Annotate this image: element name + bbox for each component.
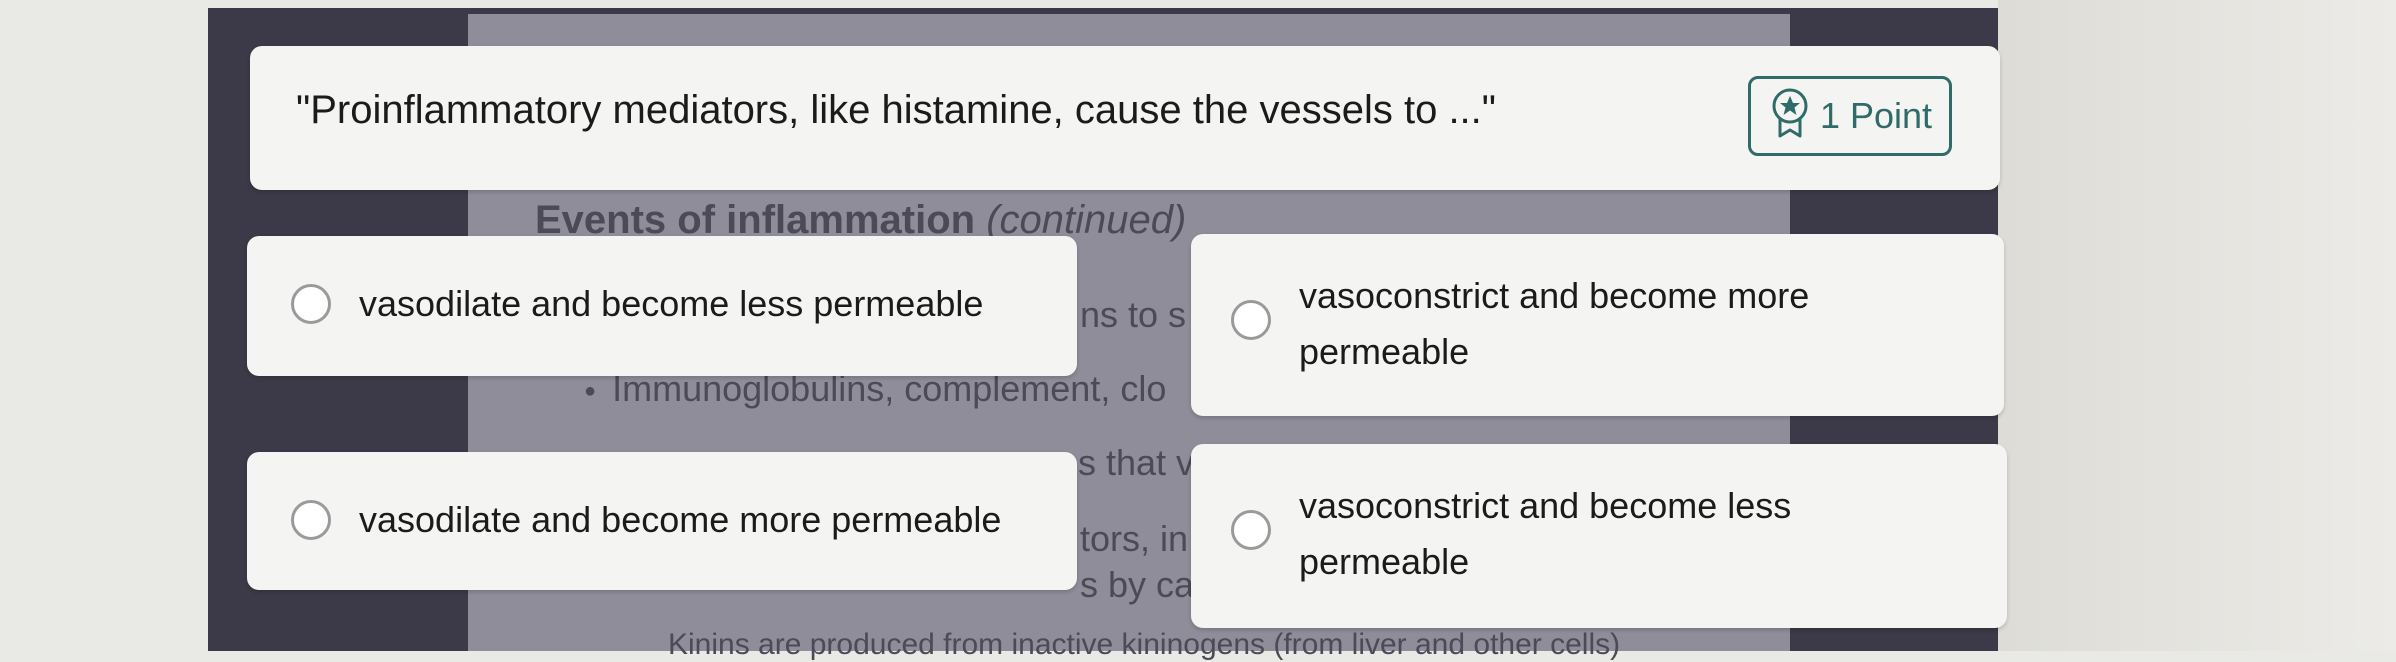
award-star-icon bbox=[1768, 86, 1812, 147]
radio-button[interactable] bbox=[1231, 510, 1271, 550]
slide-fragment: ns to s bbox=[1080, 294, 1187, 335]
answer-option-d[interactable]: vasoconstrict and become less permeable bbox=[1191, 444, 2007, 628]
slide-bottom-line: Kinins are produced from inactive kinino… bbox=[668, 628, 1621, 661]
points-label: 1 Point bbox=[1819, 95, 1933, 136]
points-badge: 1 Point bbox=[1748, 76, 1952, 156]
radio-button[interactable] bbox=[1231, 300, 1271, 340]
answer-option-a[interactable]: vasodilate and become less permeable bbox=[247, 236, 1077, 376]
answer-option-c[interactable]: vasodilate and become more permeable bbox=[247, 452, 1077, 590]
answer-option-label: vasoconstrict and become more permeable bbox=[1299, 275, 1810, 372]
answer-option-label: vasodilate and become more permeable bbox=[359, 499, 1002, 540]
question-card: "Proinflammatory mediators, like histami… bbox=[250, 46, 2000, 190]
slide-fragment: tors, in bbox=[1080, 518, 1189, 559]
background-wall bbox=[1998, 0, 2396, 651]
question-text: "Proinflammatory mediators, like histami… bbox=[296, 88, 1496, 132]
bullet-icon: ● bbox=[584, 379, 597, 402]
slide-fragment: s that v bbox=[1078, 442, 1195, 483]
radio-button[interactable] bbox=[291, 284, 331, 324]
slide-fragment: s by ca bbox=[1080, 564, 1195, 605]
radio-button[interactable] bbox=[291, 500, 331, 540]
answer-option-label: vasoconstrict and become less permeable bbox=[1299, 485, 1792, 582]
answer-option-label: vasodilate and become less permeable bbox=[359, 283, 984, 324]
answer-option-b[interactable]: vasoconstrict and become more permeable bbox=[1191, 234, 2004, 416]
